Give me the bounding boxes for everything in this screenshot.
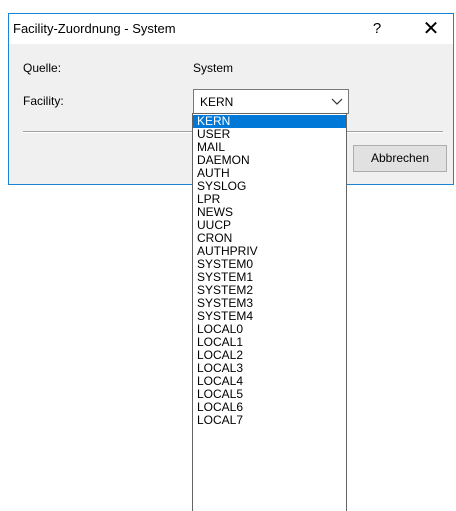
facility-dropdown-list[interactable]: KERN USER MAIL DAEMON AUTH SYSLOG LPR NEWS UUCP C… <box>192 113 347 511</box>
cancel-button[interactable]: Abbrechen <box>353 145 447 172</box>
dropdown-options: KERN USER MAIL DAEMON AUTH SYSLOG LPR NEWS UUCP C… <box>193 114 346 427</box>
chevron-down-icon <box>331 98 343 105</box>
quelle-value: System <box>193 61 234 75</box>
quelle-label: Quelle: <box>23 61 62 75</box>
facility-selected-value: KERN <box>200 95 234 109</box>
title-bar[interactable]: Facility-Zuordnung - System ? ✕ <box>9 14 453 44</box>
facility-combobox[interactable]: KERN <box>193 89 349 114</box>
dropdown-option-local7[interactable]: LOCAL7 <box>193 414 346 427</box>
help-button[interactable]: ? <box>355 14 399 44</box>
dialog-title: Facility-Zuordnung - System <box>13 21 176 36</box>
close-button[interactable]: ✕ <box>409 14 453 44</box>
facility-label: Facility: <box>23 94 64 108</box>
